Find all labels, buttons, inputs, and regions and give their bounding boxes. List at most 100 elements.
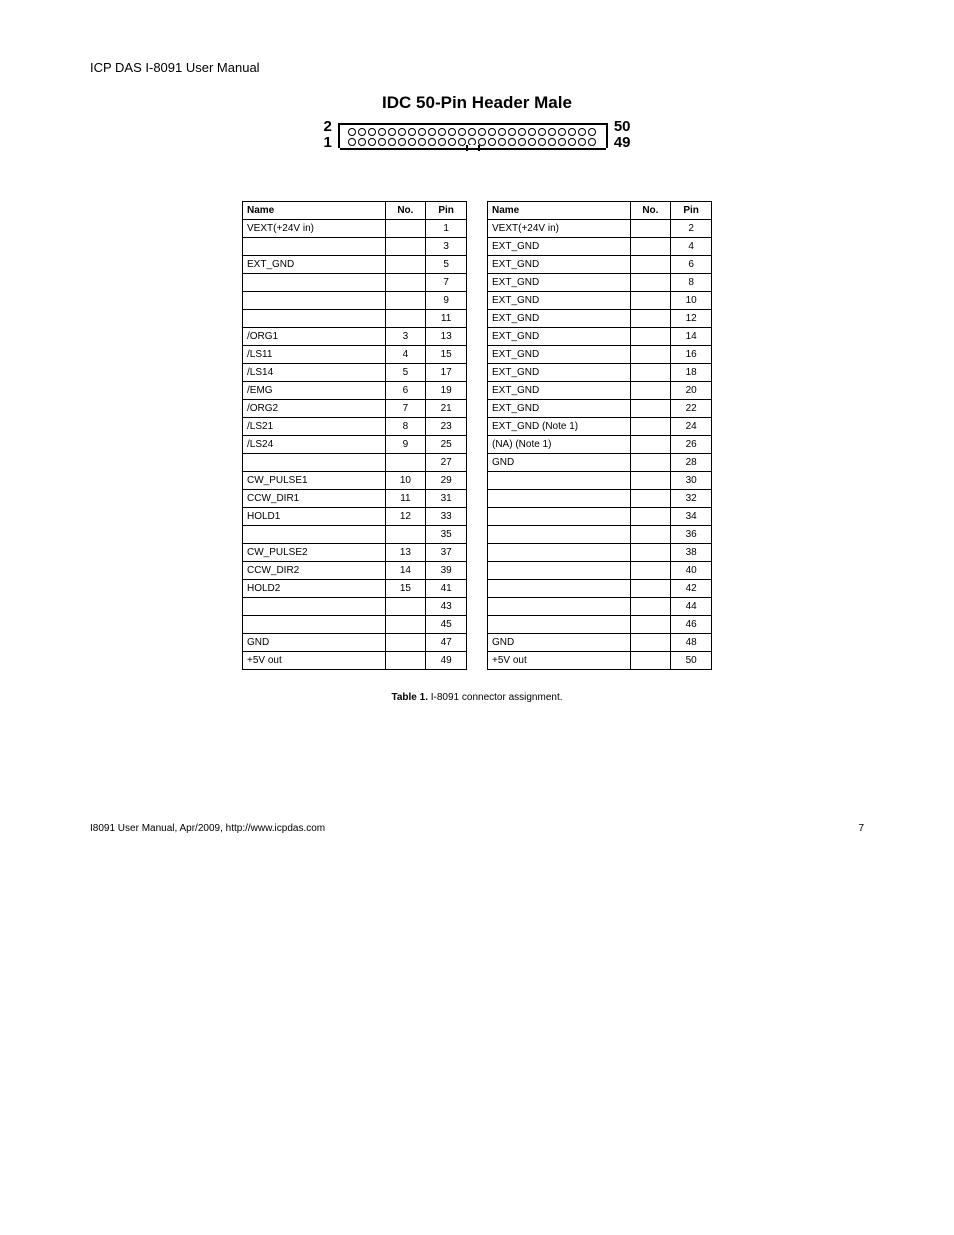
- cell-no: [385, 292, 426, 310]
- cell-pin: 35: [426, 526, 467, 544]
- pin-hole: [528, 138, 536, 146]
- cell-name: EXT_GND: [488, 292, 631, 310]
- pin-hole: [518, 128, 526, 136]
- cell-no: 7: [385, 400, 426, 418]
- cell-name: GND: [488, 634, 631, 652]
- cell-name: [488, 472, 631, 490]
- cell-no: [630, 400, 671, 418]
- cell-no: 12: [385, 508, 426, 526]
- doc-title: ICP DAS I-8091 User Manual: [90, 60, 864, 75]
- cell-no: [630, 436, 671, 454]
- table-row: 44: [488, 598, 712, 616]
- pin-hole: [588, 138, 596, 146]
- cell-no: [385, 238, 426, 256]
- pin-hole: [428, 138, 436, 146]
- cell-pin: 44: [671, 598, 712, 616]
- cell-name: EXT_GND: [488, 346, 631, 364]
- cell-name: [243, 238, 386, 256]
- pin-row-top: [348, 128, 598, 138]
- cell-pin: 16: [671, 346, 712, 364]
- pin-hole: [548, 128, 556, 136]
- cell-name: EXT_GND: [488, 238, 631, 256]
- cell-name: EXT_GND: [488, 274, 631, 292]
- pin-hole: [438, 128, 446, 136]
- pin-hole: [448, 138, 456, 146]
- pin-hole: [388, 138, 396, 146]
- cell-pin: 18: [671, 364, 712, 382]
- cell-no: [385, 598, 426, 616]
- pin-hole: [458, 128, 466, 136]
- pin-hole: [378, 138, 386, 146]
- cell-name: [488, 616, 631, 634]
- pin-labels-right: 50 49: [614, 119, 631, 151]
- cell-name: CW_PULSE1: [243, 472, 386, 490]
- pin-hole: [448, 128, 456, 136]
- table-row: 30: [488, 472, 712, 490]
- table-row: 43: [243, 598, 467, 616]
- pin-hole: [348, 138, 356, 146]
- table-row: 36: [488, 526, 712, 544]
- table-row: 27: [243, 454, 467, 472]
- cell-no: [630, 364, 671, 382]
- idc-header-box: [338, 123, 608, 148]
- caption-label: Table 1.: [391, 692, 428, 703]
- table-row: 3: [243, 238, 467, 256]
- pin-hole: [458, 138, 466, 146]
- table-row: EXT_GND14: [488, 328, 712, 346]
- footer-page-number: 7: [858, 823, 864, 834]
- cell-name: CW_PULSE2: [243, 544, 386, 562]
- cell-pin: 37: [426, 544, 467, 562]
- table-row: 11: [243, 310, 467, 328]
- cell-name: [243, 292, 386, 310]
- cell-pin: 46: [671, 616, 712, 634]
- pin-hole: [408, 128, 416, 136]
- cell-pin: 28: [671, 454, 712, 472]
- cell-name: VEXT(+24V in): [243, 220, 386, 238]
- cell-pin: 7: [426, 274, 467, 292]
- cell-pin: 14: [671, 328, 712, 346]
- cell-pin: 36: [671, 526, 712, 544]
- table-row: 46: [488, 616, 712, 634]
- cell-no: [630, 292, 671, 310]
- cell-no: [385, 454, 426, 472]
- cell-no: 11: [385, 490, 426, 508]
- cell-name: VEXT(+24V in): [488, 220, 631, 238]
- table-row: (NA) (Note 1)26: [488, 436, 712, 454]
- cell-name: [243, 274, 386, 292]
- page: ICP DAS I-8091 User Manual IDC 50-Pin He…: [0, 0, 954, 894]
- cell-no: [630, 238, 671, 256]
- cell-no: 3: [385, 328, 426, 346]
- table-row: CW_PULSE21337: [243, 544, 467, 562]
- pin-label-2: 2: [323, 119, 331, 135]
- connector-diagram: 2 1 50 49: [90, 119, 864, 151]
- cell-no: [630, 220, 671, 238]
- th-name: Name: [488, 202, 631, 220]
- table-row: 34: [488, 508, 712, 526]
- th-no: No.: [630, 202, 671, 220]
- cell-pin: 40: [671, 562, 712, 580]
- cell-no: 6: [385, 382, 426, 400]
- cell-pin: 30: [671, 472, 712, 490]
- cell-pin: 11: [426, 310, 467, 328]
- cell-pin: 33: [426, 508, 467, 526]
- table-row: HOLD21541: [243, 580, 467, 598]
- table-row: HOLD11233: [243, 508, 467, 526]
- cell-name: EXT_GND: [488, 364, 631, 382]
- table-row: +5V out50: [488, 652, 712, 670]
- cell-name: [488, 580, 631, 598]
- cell-no: 15: [385, 580, 426, 598]
- cell-name: [488, 544, 631, 562]
- cell-no: [630, 508, 671, 526]
- cell-name: CCW_DIR2: [243, 562, 386, 580]
- cell-no: 8: [385, 418, 426, 436]
- pin-hole: [398, 138, 406, 146]
- cell-pin: 22: [671, 400, 712, 418]
- pin-label-1: 1: [323, 135, 331, 151]
- cell-pin: 45: [426, 616, 467, 634]
- pin-hole: [558, 138, 566, 146]
- cell-pin: 6: [671, 256, 712, 274]
- cell-name: /LS11: [243, 346, 386, 364]
- pin-hole: [418, 128, 426, 136]
- cell-pin: 19: [426, 382, 467, 400]
- pin-hole: [438, 138, 446, 146]
